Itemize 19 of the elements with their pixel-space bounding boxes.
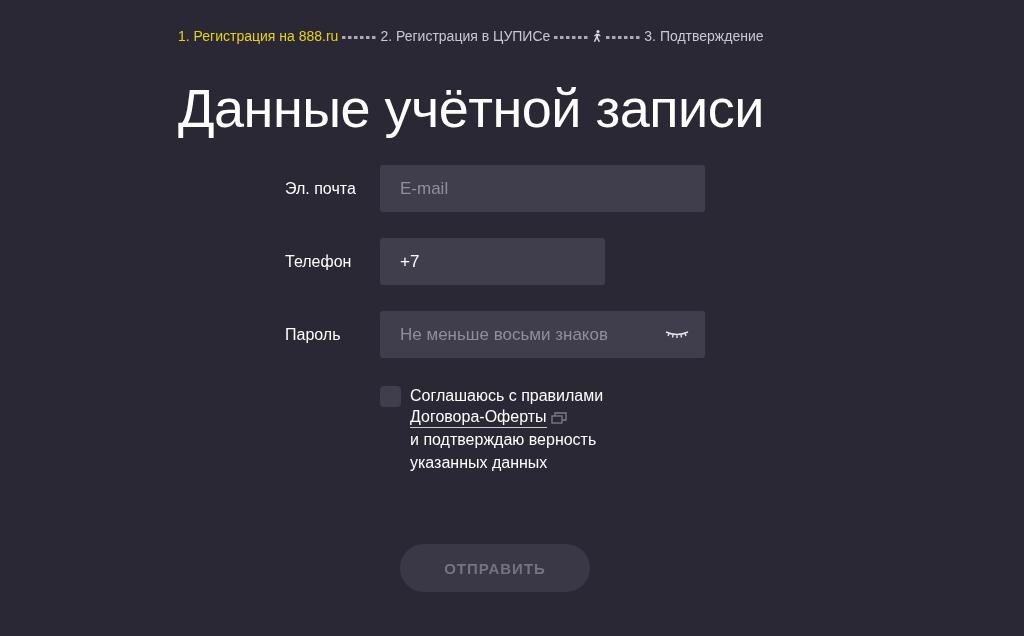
- closed-eye-icon[interactable]: [665, 330, 689, 338]
- field-label: Эл. почта: [285, 179, 357, 198]
- agreement-text: Соглашаюсь с правилами: [410, 386, 605, 406]
- input-field[interactable]: Не меньше восьми знаков: [380, 311, 705, 358]
- external-link-icon[interactable]: [550, 411, 567, 424]
- field-label: Пароль: [285, 325, 342, 344]
- dotted-separator: [606, 36, 641, 40]
- offer-link[interactable]: Договора-Оферты: [410, 407, 547, 428]
- agreement-text: и подтверждаю верность указанных данных: [410, 430, 598, 473]
- dotted-separator: [342, 36, 377, 40]
- dotted-separator: [554, 36, 589, 40]
- input-field[interactable]: E-mail: [380, 165, 705, 212]
- step-label: 3. Подтверждение: [644, 28, 764, 44]
- page-title: Данные учётной записи: [178, 77, 765, 140]
- checkbox[interactable]: [380, 386, 401, 407]
- step-label: 2. Регистрация в ЦУПИСе: [380, 28, 551, 44]
- input-field[interactable]: +7: [380, 238, 605, 285]
- step-label: 1. Регистрация на 888.ru: [178, 28, 339, 44]
- field-label: Телефон: [285, 252, 353, 271]
